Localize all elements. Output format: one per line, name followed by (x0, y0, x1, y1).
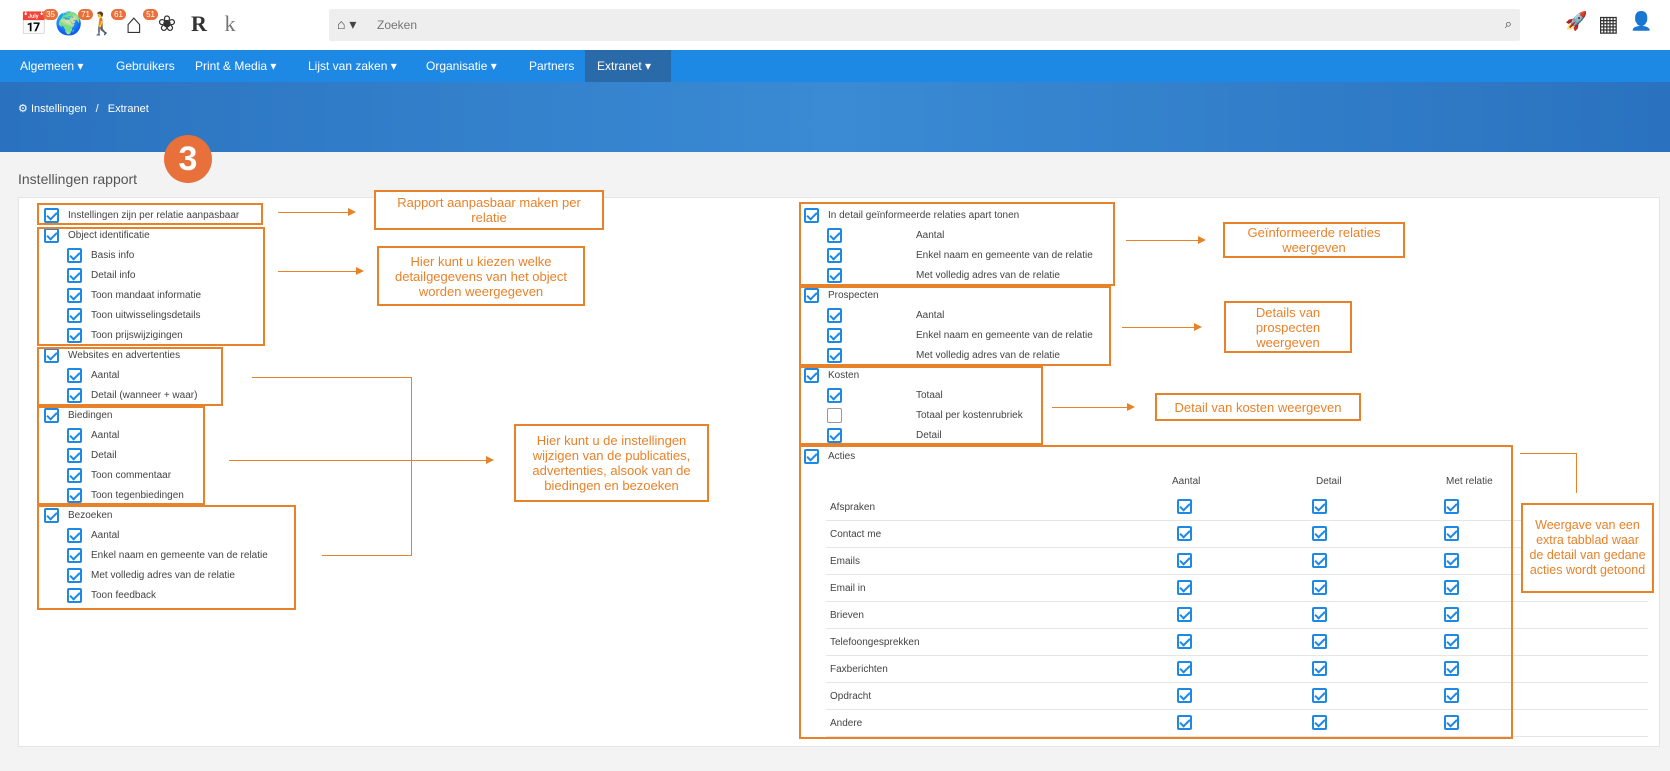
arrow-line (1126, 240, 1200, 241)
step-number-badge: 3 (164, 135, 212, 183)
highlight-box (799, 202, 1115, 286)
highlight-box (799, 445, 1513, 739)
arrow-line (278, 271, 358, 272)
note-acties: Weergave van een extra tabblad waar de d… (1521, 503, 1654, 593)
note-geinformeerde: Geïnformeerde relaties weergeven (1223, 222, 1405, 258)
highlight-box (37, 203, 263, 225)
flower-glyph: ❀ (157, 11, 177, 36)
breadcrumb-separator: / (95, 103, 99, 115)
search-icon[interactable]: ⌕ (1505, 16, 1512, 32)
k-logo-icon[interactable]: k (216, 10, 244, 38)
nav-gebruikers[interactable]: Gebruikers (116, 50, 175, 82)
arrow-line (1122, 327, 1196, 328)
arrow-line (278, 212, 348, 213)
apps-grid-icon[interactable]: ▦ (1598, 11, 1619, 37)
page-title: Instellingen rapport (18, 171, 138, 187)
arrow-line (1052, 407, 1129, 408)
main-nav: Algemeen ▾ Gebruikers Print & Media ▾ Li… (0, 50, 1670, 82)
arrow-head (1127, 403, 1135, 411)
highlight-box (37, 505, 296, 610)
highlight-box (37, 347, 223, 406)
bracket-line (411, 377, 412, 556)
bracket-line (252, 377, 412, 378)
k-glyph: k (224, 11, 236, 36)
highlight-box (37, 406, 205, 505)
search-bar: ⌂ ▾ ⌕ (329, 9, 1520, 41)
note-publicaties: Hier kunt u de instellingen wijzigen van… (514, 424, 709, 502)
note-kosten: Detail van kosten weergeven (1155, 393, 1361, 421)
r-logo-icon[interactable]: R (185, 10, 213, 38)
home-dropdown-icon[interactable]: ⌂ ▾ (337, 16, 356, 33)
bracket-line (229, 460, 489, 461)
highlight-box (37, 227, 265, 346)
rocket-icon[interactable]: 🚀 (1565, 11, 1587, 32)
search-input[interactable] (377, 13, 1477, 37)
calendar-icon[interactable]: 📅 35 (20, 9, 58, 38)
header-banner (0, 82, 1670, 152)
globe-icon[interactable]: 🌍 71 (55, 9, 93, 38)
user-icon[interactable]: 👤 (1630, 11, 1652, 32)
r-glyph: R (191, 11, 207, 36)
top-bar: 📅35 🌍71 🚶61 ⌂51 ❀ R k ⌂ ▾ ⌕ 🚀 ▦ 👤 (0, 0, 1670, 50)
note-prospecten: Details van prospecten weergeven (1224, 301, 1352, 353)
house-icon[interactable]: ⌂ 51 (120, 8, 158, 39)
arrow-line (1576, 453, 1577, 493)
breadcrumb: ⚙ Instellingen / Extranet (18, 102, 149, 115)
arrow-head (356, 267, 364, 275)
nav-extranet[interactable]: Extranet ▾ (585, 50, 671, 82)
note-detailgegevens: Hier kunt u kiezen welke detailgegevens … (377, 246, 585, 306)
arrow-line (1520, 453, 1577, 454)
arrow-head (1198, 236, 1206, 244)
settings-icon: ⚙ (18, 103, 28, 115)
bracket-line (322, 555, 412, 556)
person-icon[interactable]: 🚶 61 (88, 9, 126, 38)
breadcrumb-current: Extranet (107, 103, 149, 115)
highlight-box (799, 366, 1043, 445)
nav-lijst-van-zaken[interactable]: Lijst van zaken ▾ (308, 50, 397, 82)
nav-partners[interactable]: Partners (529, 50, 574, 82)
breadcrumb-root[interactable]: Instellingen (31, 103, 87, 115)
note-rapport-aanpasbaar: Rapport aanpasbaar maken per relatie (374, 190, 604, 230)
nav-print-media[interactable]: Print & Media ▾ (195, 50, 276, 82)
arrow-head (348, 208, 356, 216)
arrow-head (1194, 323, 1202, 331)
house-glyph: ⌂ (125, 8, 143, 39)
flower-icon[interactable]: ❀ (153, 10, 181, 38)
nav-organisatie[interactable]: Organisatie ▾ (426, 50, 497, 82)
nav-algemeen[interactable]: Algemeen ▾ (20, 50, 83, 82)
highlight-box (799, 286, 1111, 366)
arrow-head (486, 456, 494, 464)
